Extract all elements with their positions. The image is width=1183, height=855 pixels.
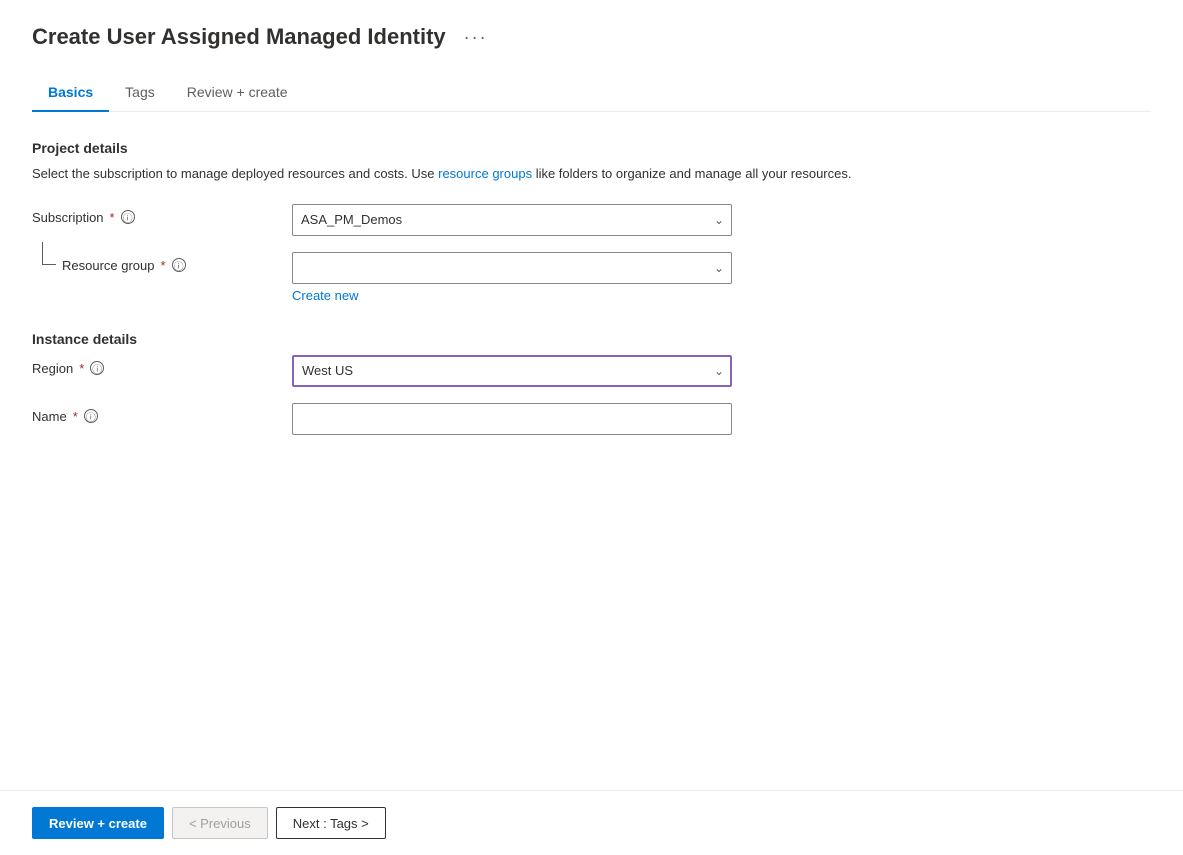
create-new-resource-group-link[interactable]: Create new: [292, 288, 358, 303]
region-info-icon[interactable]: ⓘ: [90, 361, 104, 375]
instance-details-title: Instance details: [32, 331, 1151, 347]
region-required: *: [79, 361, 84, 376]
resource-group-select[interactable]: [292, 252, 732, 284]
region-label: Region: [32, 361, 73, 376]
resource-group-info-icon[interactable]: ⓘ: [172, 258, 186, 272]
subscription-required: *: [110, 210, 115, 225]
tab-basics[interactable]: Basics: [32, 74, 109, 112]
name-required: *: [73, 409, 78, 424]
subscription-info-icon[interactable]: ⓘ: [121, 210, 135, 224]
resource-groups-link[interactable]: resource groups: [438, 166, 532, 181]
name-label: Name: [32, 409, 67, 424]
subscription-row: Subscription * ⓘ ASA_PM_Demos ⌄: [32, 204, 1151, 236]
region-select[interactable]: West US: [292, 355, 732, 387]
resource-group-label: Resource group: [42, 258, 155, 273]
subscription-label-col: Subscription * ⓘ: [32, 204, 292, 225]
project-details-description: Select the subscription to manage deploy…: [32, 164, 1151, 184]
project-details-title: Project details: [32, 140, 1151, 156]
tab-review-create[interactable]: Review + create: [171, 74, 304, 112]
subscription-select[interactable]: ASA_PM_Demos: [292, 204, 732, 236]
tabs-row: Basics Tags Review + create: [32, 74, 1151, 112]
resource-group-required: *: [161, 258, 166, 273]
subscription-select-wrapper: ASA_PM_Demos ⌄: [292, 204, 732, 236]
name-info-icon[interactable]: ⓘ: [84, 409, 98, 423]
resource-group-label-col: Resource group * ⓘ: [32, 252, 292, 273]
previous-button[interactable]: < Previous: [172, 807, 268, 839]
footer: Review + create < Previous Next : Tags >: [0, 790, 1183, 855]
name-control-col: [292, 403, 732, 435]
subscription-label: Subscription: [32, 210, 104, 225]
name-input[interactable]: [292, 403, 732, 435]
project-details-section: Project details Select the subscription …: [32, 140, 1151, 303]
region-row: Region * ⓘ West US ⌄: [32, 355, 1151, 387]
instance-details-section: Instance details Region * ⓘ West US ⌄ Na…: [32, 331, 1151, 435]
resource-group-row: Resource group * ⓘ ⌄ Create new: [32, 252, 1151, 303]
resource-group-select-wrapper: ⌄: [292, 252, 732, 284]
ellipsis-menu-button[interactable]: ···: [458, 25, 494, 50]
name-label-col: Name * ⓘ: [32, 403, 292, 424]
tab-tags[interactable]: Tags: [109, 74, 171, 112]
resource-group-control-col: ⌄ Create new: [292, 252, 732, 303]
region-select-wrapper: West US ⌄: [292, 355, 732, 387]
name-row: Name * ⓘ: [32, 403, 1151, 435]
region-label-col: Region * ⓘ: [32, 355, 292, 376]
review-create-button[interactable]: Review + create: [32, 807, 164, 839]
region-control-col: West US ⌄: [292, 355, 732, 387]
subscription-control-col: ASA_PM_Demos ⌄: [292, 204, 732, 236]
next-tags-button[interactable]: Next : Tags >: [276, 807, 386, 839]
page-title: Create User Assigned Managed Identity: [32, 24, 446, 50]
